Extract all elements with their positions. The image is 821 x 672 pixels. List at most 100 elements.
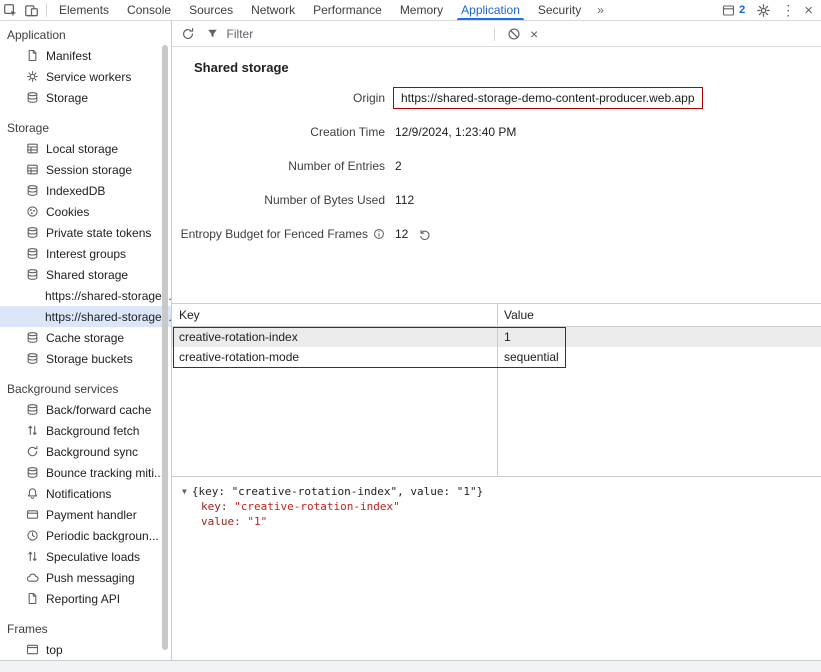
field-value: 2	[395, 159, 402, 173]
column-header-value[interactable]: Value	[497, 308, 541, 322]
sidebar-item-label: Cookies	[46, 205, 89, 219]
preview-summary-line: ▼ {key: "creative-rotation-index", value:…	[182, 484, 811, 499]
sidebar-item-label: Service workers	[46, 70, 131, 84]
property-value: "1"	[247, 515, 267, 528]
tab-memory[interactable]: Memory	[391, 0, 452, 20]
sidebar-item-notifications[interactable]: Notifications	[0, 483, 171, 504]
sidebar-sections: ApplicationManifestService workersStorag…	[0, 25, 171, 660]
sidebar-item-label: Bounce tracking miti...	[46, 466, 164, 480]
sidebar-item-speculative-loads[interactable]: Speculative loads	[0, 546, 171, 567]
sidebar-item-background-fetch[interactable]: Background fetch	[0, 420, 171, 441]
sidebar-section-title: Storage	[0, 118, 171, 138]
property-name: value:	[201, 515, 247, 528]
sidebar-item-label: IndexedDB	[46, 184, 105, 198]
sidebar-item-cookies[interactable]: Cookies	[0, 201, 171, 222]
field-value: 12	[395, 227, 408, 241]
block-icon[interactable]	[505, 25, 523, 43]
drawer-badge[interactable]: 2	[719, 1, 745, 19]
sidebar-item-bounce-tracking-miti[interactable]: Bounce tracking miti...	[0, 462, 171, 483]
sidebar-section-background-services: Background servicesBack/forward cacheBac…	[0, 379, 171, 609]
sidebar-item-shared-storage[interactable]: Shared storage	[0, 264, 171, 285]
frame-icon	[26, 643, 39, 656]
preview-summary: {key: "creative-rotation-index", value: …	[192, 485, 483, 498]
database-icon	[26, 403, 39, 416]
column-header-key[interactable]: Key	[172, 308, 497, 322]
tab-console[interactable]: Console	[118, 0, 180, 20]
sidebar-item-reporting-api[interactable]: Reporting API	[0, 588, 171, 609]
sidebar-item-interest-groups[interactable]: Interest groups	[0, 243, 171, 264]
sidebar-item-back-forward-cache[interactable]: Back/forward cache	[0, 399, 171, 420]
badge-count: 2	[739, 4, 745, 16]
sidebar-item-periodic-backgroun[interactable]: Periodic backgroun...	[0, 525, 171, 546]
tabbar-separator	[46, 3, 47, 17]
more-options-icon[interactable]: ⋮	[781, 3, 795, 17]
sidebar-item-local-storage[interactable]: Local storage	[0, 138, 171, 159]
filter-box	[204, 25, 484, 43]
sidebar-item-https-shared-storage[interactable]: https://shared-storage...	[0, 306, 171, 327]
sidebar-item-storage-buckets[interactable]: Storage buckets	[0, 348, 171, 369]
tab-sources[interactable]: Sources	[180, 0, 242, 20]
tab-performance[interactable]: Performance	[304, 0, 391, 20]
manifest-icon	[26, 592, 39, 605]
sidebar-item-payment-handler[interactable]: Payment handler	[0, 504, 171, 525]
card-icon	[26, 508, 39, 521]
expand-triangle-icon[interactable]: ▼	[182, 487, 187, 496]
sidebar-item-label: Reporting API	[46, 592, 120, 606]
field-label: Creation Time	[172, 125, 385, 139]
database-icon	[26, 331, 39, 344]
inspect-element-icon[interactable]	[1, 1, 19, 19]
sidebar-section-frames: Framestop	[0, 619, 171, 660]
sidebar-item-label: Manifest	[46, 49, 91, 63]
sidebar-scrollbar[interactable]	[162, 45, 168, 650]
field-label: Number of Bytes Used	[172, 193, 385, 207]
field-row-creation-time: Creation Time 12/9/2024, 1:23:40 PM	[172, 115, 821, 149]
property-name: key:	[201, 500, 234, 513]
sidebar-item-session-storage[interactable]: Session storage	[0, 159, 171, 180]
sidebar-item-storage[interactable]: Storage	[0, 87, 171, 108]
clear-icon[interactable]: ×	[530, 27, 538, 41]
sidebar-item-label: Cache storage	[46, 331, 124, 345]
tab-application[interactable]: Application	[452, 0, 529, 20]
sidebar-item-label: https://shared-storage...	[45, 289, 171, 303]
shared-storage-panel: × Shared storage Originhttps://shared-st…	[172, 21, 821, 660]
sidebar-item-label: Storage	[46, 91, 88, 105]
sidebar-item-top[interactable]: top	[0, 639, 171, 660]
filter-input[interactable]	[227, 27, 484, 41]
tab-network[interactable]: Network	[242, 0, 304, 20]
close-devtools-icon[interactable]: ×	[804, 3, 813, 18]
sidebar-item-service-workers[interactable]: Service workers	[0, 66, 171, 87]
sidebar-item-manifest[interactable]: Manifest	[0, 45, 171, 66]
reset-budget-icon[interactable]	[418, 228, 431, 241]
refresh-icon[interactable]	[179, 25, 197, 43]
field-value: 12/9/2024, 1:23:40 PM	[395, 125, 516, 139]
more-tabs-chevron[interactable]: »	[590, 0, 611, 20]
field-row-origin: Originhttps://shared-storage-demo-conten…	[172, 81, 821, 115]
sidebar-item-indexeddb[interactable]: IndexedDB	[0, 180, 171, 201]
sidebar-item-cache-storage[interactable]: Cache storage	[0, 327, 171, 348]
drawer-edge[interactable]	[0, 660, 821, 672]
field-label: Origin	[172, 91, 385, 105]
sidebar-section-application: ApplicationManifestService workersStorag…	[0, 25, 171, 108]
sidebar-section-title: Background services	[0, 379, 171, 399]
database-icon	[26, 352, 39, 365]
application-sidebar: ApplicationManifestService workersStorag…	[0, 21, 172, 660]
sidebar-item-private-state-tokens[interactable]: Private state tokens	[0, 222, 171, 243]
tab-elements[interactable]: Elements	[50, 0, 118, 20]
sidebar-item-background-sync[interactable]: Background sync	[0, 441, 171, 462]
cell-value: 1	[497, 330, 518, 344]
sync-icon	[26, 445, 39, 458]
settings-gear-icon[interactable]	[754, 1, 772, 19]
fetch-icon	[26, 424, 39, 437]
column-resize-handle[interactable]	[497, 304, 498, 476]
field-row-number-of-bytes-used: Number of Bytes Used112	[172, 183, 821, 217]
sidebar-item-https-shared-storage[interactable]: https://shared-storage...	[0, 285, 171, 306]
sidebar-item-push-messaging[interactable]: Push messaging	[0, 567, 171, 588]
sidebar-item-label: top	[46, 643, 63, 657]
database-icon	[26, 91, 39, 104]
info-icon[interactable]	[373, 228, 385, 240]
tab-security[interactable]: Security	[529, 0, 590, 20]
field-label: Number of Entries	[172, 159, 385, 173]
database-icon	[26, 466, 39, 479]
database-icon	[26, 268, 39, 281]
device-toolbar-icon[interactable]	[22, 1, 40, 19]
